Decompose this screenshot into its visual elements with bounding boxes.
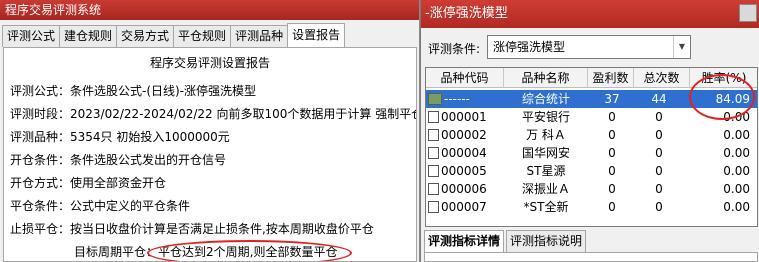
model-result-window: -涨停强洗模型 评测条件: 涨停强洗模型 ▼ 品种代码 品种名称 盈利数 总次数… [420,0,759,262]
cell-total: 0 [655,128,663,142]
tab-indicator-details[interactable]: 评测指标详情 [424,230,505,252]
cell-total: 0 [655,110,663,124]
cell-name: 深振业Ａ [521,182,570,196]
window-title: 程序交易评测系统 [0,0,419,20]
cell-total: 0 [655,146,663,160]
window-title: -涨停强洗模型 [421,0,759,28]
cell-win-rate: 0.00 [723,200,750,214]
condition-select[interactable]: 涨停强洗模型 ▼ [487,35,691,59]
cell-name: 平安银行 [521,110,570,124]
cell-profit: 0 [608,110,616,124]
cell-code: 000002 [441,128,487,142]
cell-profit: 0 [608,182,616,196]
cell-code: 000007 [441,200,487,214]
cell-win-rate: 0.00 [723,128,750,142]
indicator-panel [424,252,758,262]
cell-code: ------ [444,92,470,106]
tab-close-position-rules[interactable]: 平仓规则 [173,25,232,47]
report-line-instruments: 评测品种：5354只 初始投入1000000元 [10,130,230,144]
table-row[interactable]: 000002 万 科Ａ 0 0 0.00 [426,126,757,144]
table-row[interactable]: 000005 ST星源 0 0 0.00 [426,162,757,180]
cell-profit: 0 [608,128,616,142]
row-icon [428,183,439,195]
chevron-down-icon[interactable]: ▼ [673,36,690,58]
summary-icon [428,93,442,105]
cell-win-rate: 0.00 [723,164,750,178]
bottom-tab-bar: 评测指标详情 评测指标说明 [424,230,588,252]
report-line-close-condition: 平仓条件：公式中定义的平仓条件 [10,199,191,213]
report-line-formula: 评测公式：条件选股公式-(日线)-涨停强洗模型 [10,84,257,98]
row-icon [428,147,439,159]
tab-open-position-rules[interactable]: 建仓规则 [59,25,118,47]
report-line-open-condition: 开仓条件：条件选股公式发出的开仓信号 [10,153,227,167]
tab-evaluation-instruments[interactable]: 评测品种 [230,25,289,47]
cell-profit: 0 [608,164,616,178]
cell-name: ST星源 [526,164,566,178]
row-icon [428,165,439,177]
condition-label: 评测条件: [428,42,481,56]
cell-total: 0 [655,182,663,196]
cell-profit: 0 [608,146,616,160]
tab-trading-method[interactable]: 交易方式 [116,25,175,47]
report-line-period: 评测时段：2023/02/22-2024/02/22 向前多取100个数据用于计… [10,107,417,121]
cell-total: 0 [655,164,663,178]
row-icon [428,111,439,123]
column-header-total[interactable]: 总次数 [634,68,690,88]
cell-win-rate: 0.00 [723,146,750,160]
table-row[interactable]: 000004 国华网安 0 0 0.00 [426,144,757,162]
report-line-stop-loss: 止损平仓：按当日收盘价计算是否满足止损条件,按本周期收盘价平仓 [10,222,374,236]
cell-name: 万 科Ａ [526,128,566,142]
annotation-ellipse [689,74,755,120]
column-header-code[interactable]: 品种代码 [426,68,504,88]
cell-code: 000005 [441,164,487,178]
left-tab-bar: 评测公式 建仓规则 交易方式 平仓规则 评测品种 设置报告 [2,23,346,47]
column-header-name[interactable]: 品种名称 [504,68,588,88]
column-header-profit[interactable]: 盈利数 [588,68,634,88]
evaluation-system-window: 程序交易评测系统 评测公式 建仓规则 交易方式 平仓规则 评测品种 设置报告 程… [0,0,420,262]
tab-indicator-description[interactable]: 评测指标说明 [506,230,587,252]
report-line-open-method: 开仓方式：使用全部资金开仓 [10,176,167,190]
cell-profit: 0 [608,200,616,214]
cell-total: 44 [651,92,667,106]
cell-name: 国华网安 [521,146,570,160]
tab-evaluation-formula[interactable]: 评测公式 [2,25,61,47]
cell-win-rate: 0.00 [723,182,750,196]
cell-profit: 37 [604,92,620,106]
report-heading: 程序交易评测设置报告 [149,56,270,70]
annotation-ellipse [147,240,352,261]
cell-code: 000006 [441,182,487,196]
row-icon [428,201,439,213]
tab-settings-report[interactable]: 设置报告 [287,23,346,47]
cell-name: 综合统计 [521,92,570,106]
cell-total: 0 [655,200,663,214]
cell-code: 000004 [441,146,487,160]
condition-value: 涨停强洗模型 [493,40,566,54]
settings-report-panel: 程序交易评测设置报告 评测公式：条件选股公式-(日线)-涨停强洗模型 评测时段：… [3,47,417,262]
table-row[interactable]: 000007 *ST全新 0 0 0.00 [426,198,757,216]
row-icon [428,129,439,141]
window-control-button[interactable] [739,4,757,22]
cell-code: 000001 [441,110,487,124]
cell-name: *ST全新 [523,200,569,214]
table-row[interactable]: 000006 深振业Ａ 0 0 0.00 [426,180,757,198]
